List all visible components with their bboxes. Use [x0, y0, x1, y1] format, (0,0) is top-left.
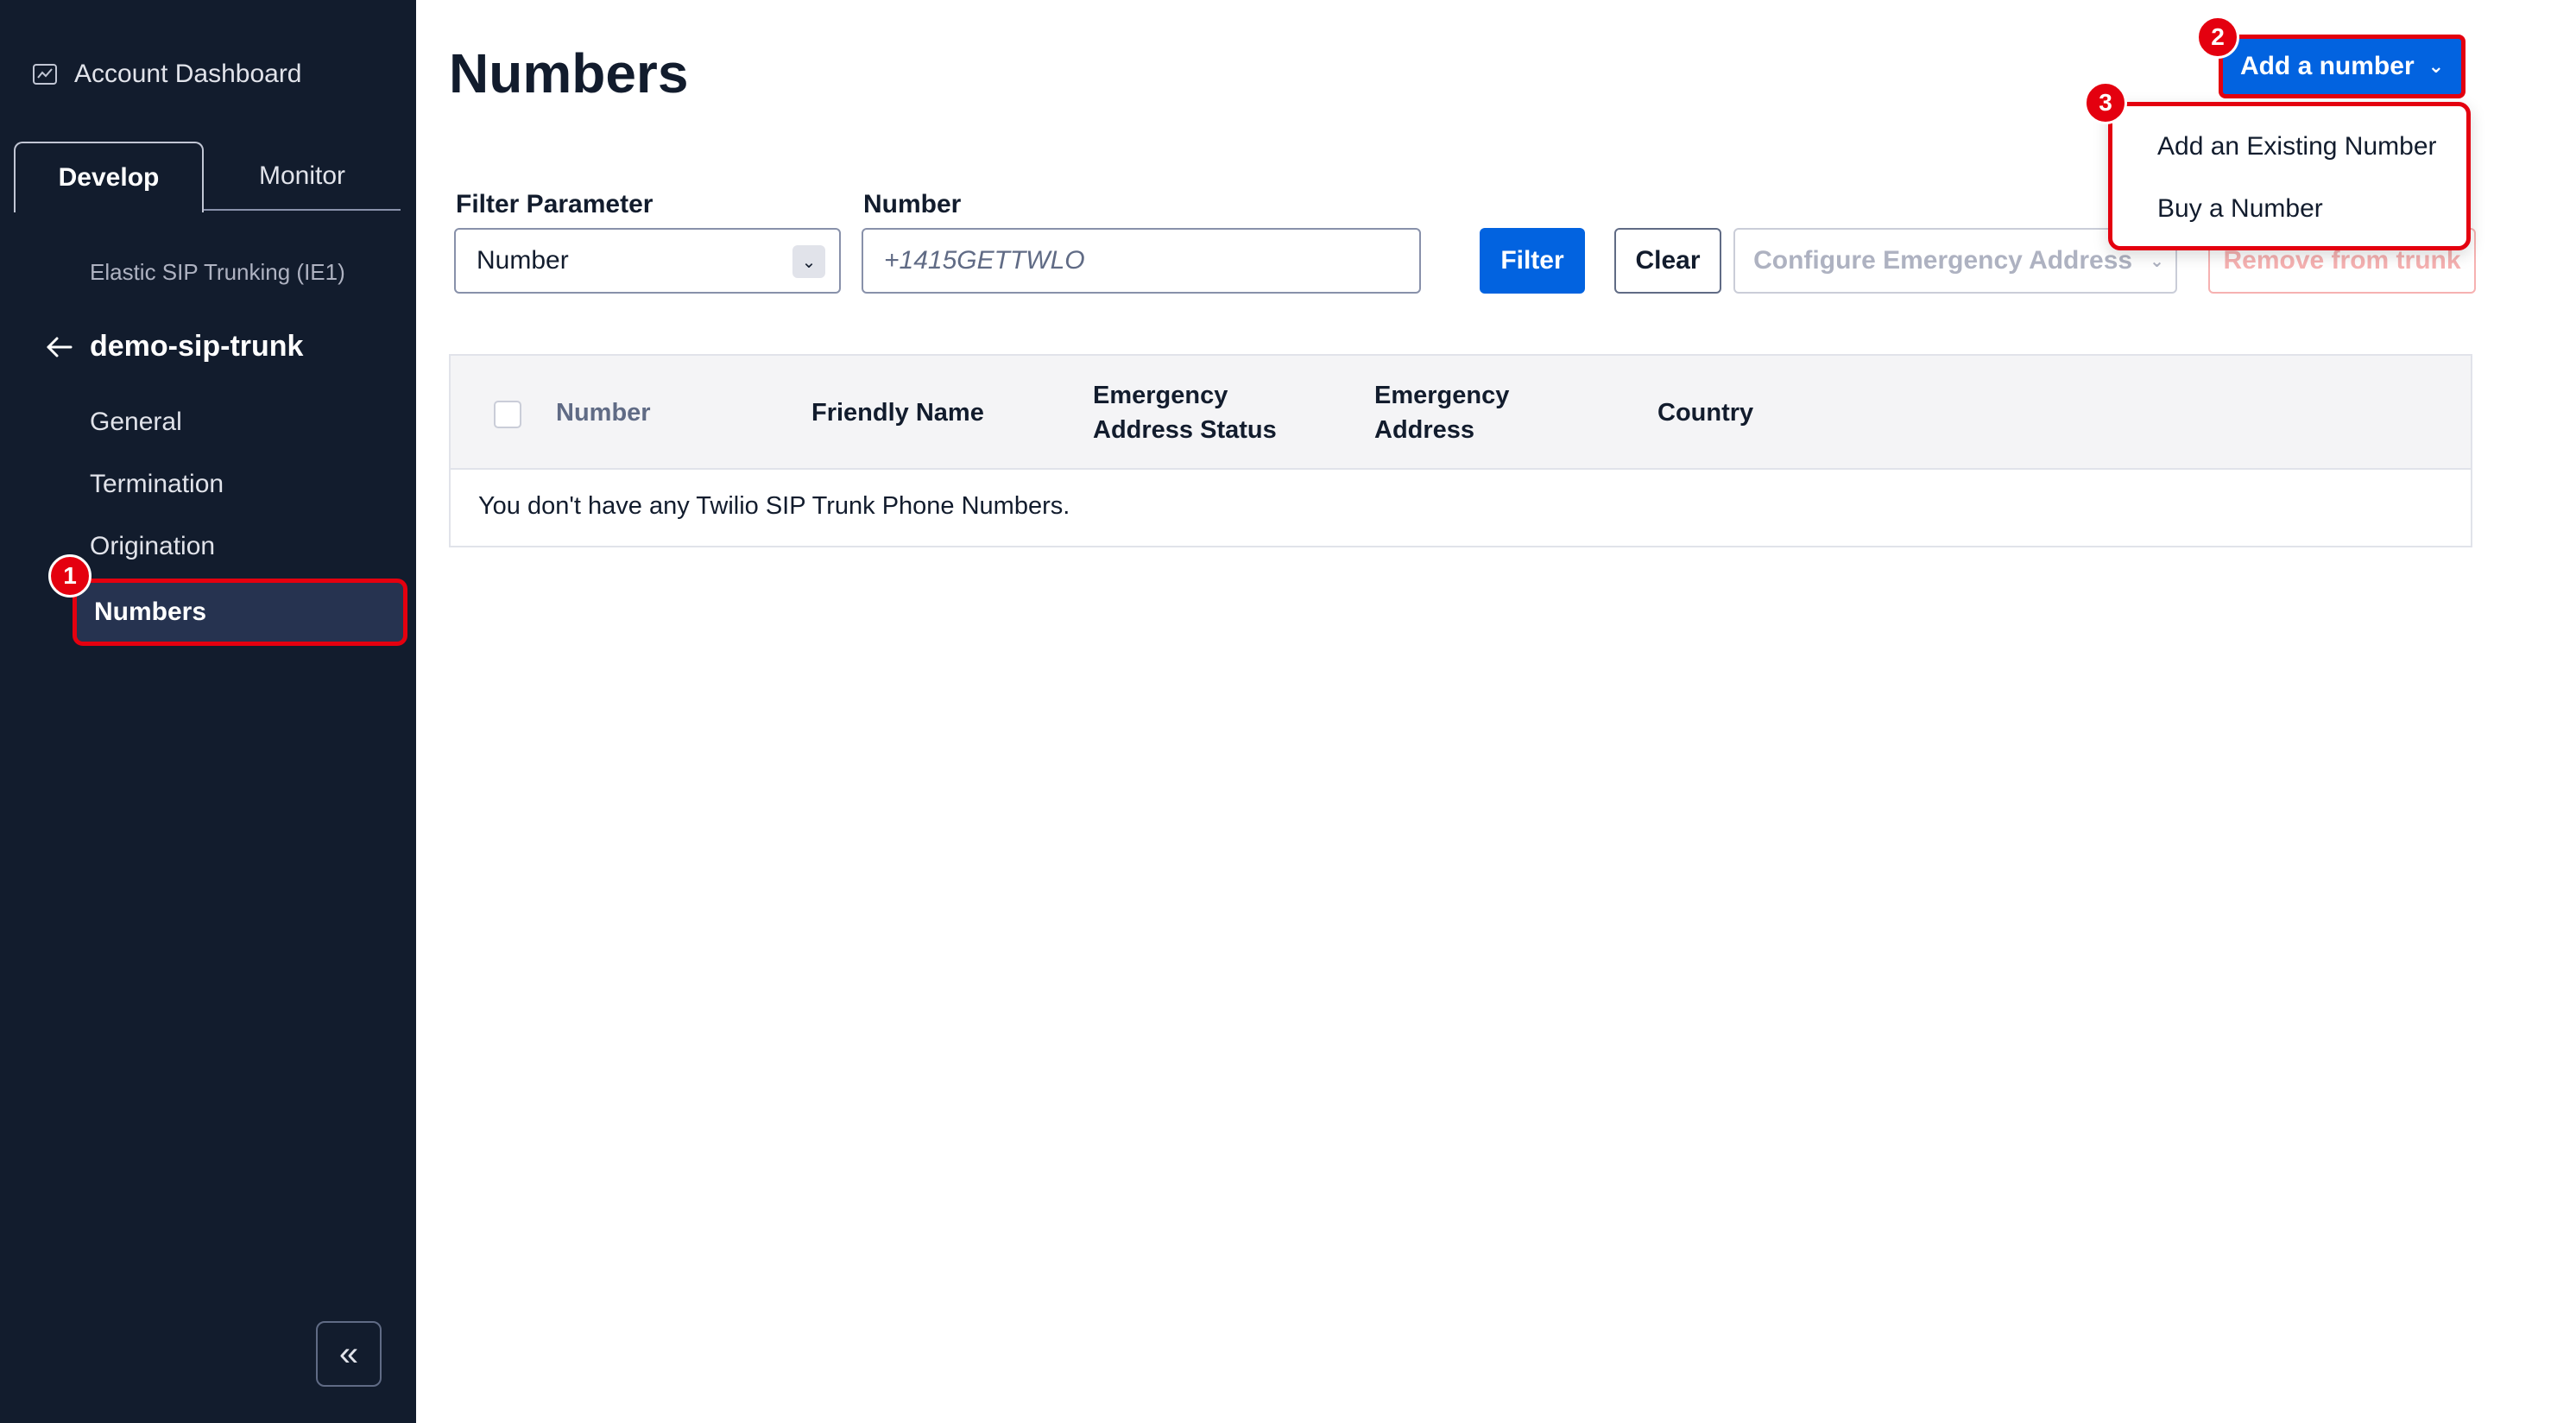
account-dashboard-link[interactable]: Account Dashboard [31, 55, 302, 93]
clear-button[interactable]: Clear [1614, 228, 1721, 294]
column-header-emergency-address-status: Emergency Address Status [1093, 382, 1277, 444]
chevron-down-icon: ⌄ [792, 245, 825, 278]
main-content: Numbers Add a number ⌄ Add an Existing N… [416, 0, 2576, 1423]
sidebar-item-origination[interactable]: Origination [90, 532, 215, 561]
chevron-down-icon: ⌄ [2150, 251, 2164, 271]
column-header-emergency-address: Emergency Address [1374, 382, 1510, 444]
annotation-badge-1: 1 [48, 554, 92, 598]
number-label: Number [863, 190, 962, 218]
column-header-country: Country [1657, 399, 1754, 427]
annotation-badge-2: 2 [2196, 16, 2239, 59]
select-all-checkbox[interactable] [494, 401, 521, 428]
sidebar: Account Dashboard Develop Monitor Elasti… [0, 0, 416, 1423]
sidebar-item-termination[interactable]: Termination [90, 470, 224, 499]
filter-parameter-select[interactable]: Number ⌄ [454, 228, 841, 294]
annotation-badge-3: 3 [2084, 81, 2127, 124]
account-dashboard-label: Account Dashboard [74, 60, 302, 88]
numbers-table: Number Friendly Name Emergency Address S… [449, 354, 2472, 547]
add-a-number-button[interactable]: Add a number ⌄ [2219, 35, 2466, 98]
menu-item-buy-a-number[interactable]: Buy a Number [2157, 194, 2323, 224]
trunk-name: demo-sip-trunk [90, 330, 304, 363]
column-header-number[interactable]: Number [556, 395, 651, 430]
menu-item-add-existing-number[interactable]: Add an Existing Number [2157, 132, 2437, 161]
filter-button[interactable]: Filter [1480, 228, 1585, 294]
collapse-sidebar-button[interactable]: « [316, 1321, 382, 1387]
filter-parameter-value: Number [477, 246, 569, 275]
column-header-friendly-name: Friendly Name [811, 399, 984, 427]
add-number-dropdown: Add an Existing Number Buy a Number [2108, 102, 2471, 250]
arrow-left-icon [47, 337, 73, 357]
sidebar-item-general[interactable]: General [90, 408, 182, 437]
chevron-down-icon: ⌄ [2428, 55, 2445, 77]
tab-monitor[interactable]: Monitor [204, 142, 401, 211]
filter-parameter-label: Filter Parameter [456, 190, 653, 218]
empty-table-message: You don't have any Twilio SIP Trunk Phon… [478, 492, 1070, 520]
add-a-number-label: Add a number [2239, 52, 2415, 80]
number-search-input[interactable] [862, 228, 1421, 294]
back-to-trunk[interactable]: demo-sip-trunk [43, 330, 303, 364]
page-title: Numbers [449, 42, 689, 104]
configure-emergency-address-label: Configure Emergency Address [1753, 246, 2133, 275]
tab-develop[interactable]: Develop [14, 142, 204, 212]
dashboard-icon [33, 64, 57, 85]
sidebar-item-numbers[interactable]: Numbers [73, 579, 407, 646]
sidebar-tabs: Develop Monitor [14, 142, 401, 212]
breadcrumb[interactable]: Elastic SIP Trunking (IE1) [90, 259, 345, 286]
table-header: Number Friendly Name Emergency Address S… [451, 356, 2471, 470]
